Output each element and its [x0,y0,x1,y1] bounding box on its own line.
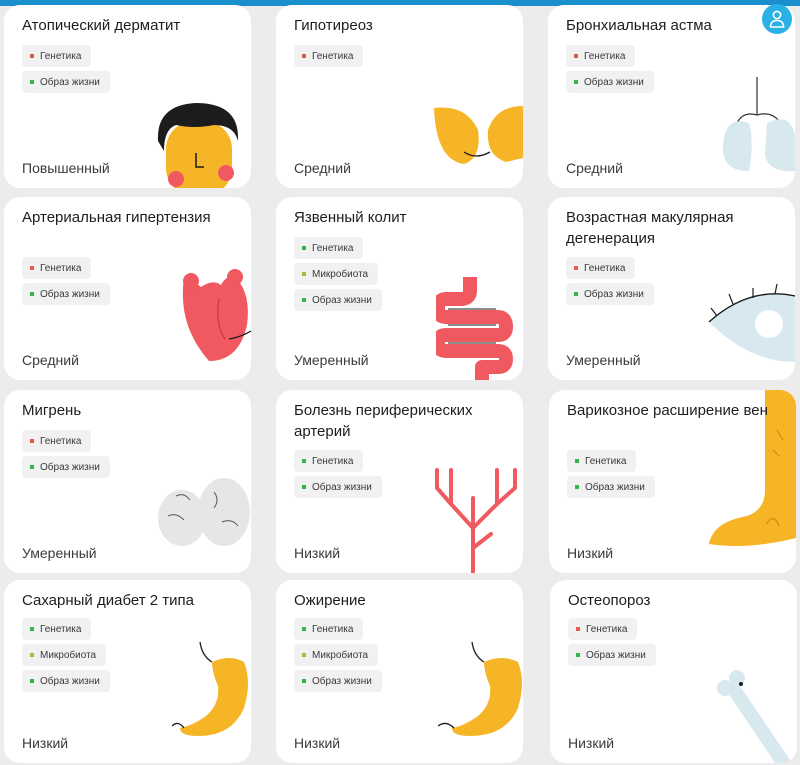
stomach-icon [438,642,522,736]
arteries-icon [435,468,517,573]
user-icon [769,10,785,28]
card-title: Язвенный колит [294,209,407,226]
card-title: Сахарный диабет 2 типа [22,592,194,609]
risk-level: Низкий [568,735,615,751]
tag-genetics: Генетика [568,618,638,640]
risk-level: Низкий [294,735,341,751]
tag-lifestyle: Образ жизни [22,670,110,692]
tag-lifestyle: Образ жизни [566,71,654,93]
intestine-icon [436,277,513,380]
disease-card-osteoporosis[interactable]: Остеопороз Генетика Образ жизни Низкий [550,580,797,763]
tag-genetics: Генетика [566,257,636,279]
tag-lifestyle: Образ жизни [566,283,654,305]
disease-card-peripheral-artery[interactable]: Болезнь периферических артерий Генетика … [276,390,523,573]
card-title: Атопический дерматит [22,17,181,34]
tag-lifestyle: Образ жизни [567,476,655,498]
card-title: Болезнь периферических артерий [294,402,473,440]
disease-card-macular-degeneration[interactable]: Возрастная макулярная дегенерация Генети… [548,197,795,380]
risk-level: Повышенный [22,160,110,176]
heart-icon [182,269,251,361]
tag-genetics: Генетика [22,430,92,452]
risk-level: Низкий [567,545,614,561]
tag-lifestyle: Образ жизни [294,476,382,498]
disease-card-hypertension[interactable]: Артериальная гипертензия Генетика Образ … [4,197,251,380]
brain-icon [158,478,250,546]
tag-genetics: Генетика [294,618,364,640]
disease-card-asthma[interactable]: Бронхиальная астма Генетика Образ жизни … [548,5,795,188]
card-title: Варикозное расширение вен [567,402,768,419]
tag-genetics: Генетика [22,618,92,640]
tag-genetics: Генетика [22,45,92,67]
risk-level: Умеренный [294,352,369,368]
disease-card-migraine[interactable]: Мигрень Генетика Образ жизни Умеренный [4,390,251,573]
disease-card-obesity[interactable]: Ожирение Генетика Микробиота Образ жизни… [276,580,523,763]
risk-level: Средний [294,160,351,176]
card-title: Бронхиальная астма [566,17,712,34]
bone-icon [717,670,792,763]
risk-level: Низкий [22,735,69,751]
card-title: Остеопороз [568,592,651,609]
risk-level: Умеренный [22,545,97,561]
card-title: Гипотиреоз [294,17,373,34]
card-title: Артериальная гипертензия [22,209,211,226]
tag-lifestyle: Образ жизни [294,670,382,692]
tag-genetics: Генетика [22,257,92,279]
disease-card-diabetes-type-2[interactable]: Сахарный диабет 2 типа Генетика Микробио… [4,580,251,763]
tag-microbiota: Микробиота [22,644,107,666]
eye-icon [708,283,795,362]
disease-card-atopic-dermatitis[interactable]: Атопический дерматит Генетика Образ жизн… [4,5,251,188]
tag-lifestyle: Образ жизни [22,456,110,478]
tag-lifestyle: Образ жизни [22,71,110,93]
tag-lifestyle: Образ жизни [568,644,656,666]
disease-card-hypothyroidism[interactable]: Гипотиреоз Генетика Средний [276,5,523,188]
card-title: Возрастная макулярная дегенерация [566,209,734,247]
tag-genetics: Генетика [294,450,364,472]
tag-genetics: Генетика [566,45,636,67]
disease-card-ulcerative-colitis[interactable]: Язвенный колит Генетика Микробиота Образ… [276,197,523,380]
risk-level: Средний [566,160,623,176]
card-title: Мигрень [22,402,82,419]
risk-level: Умеренный [566,352,641,368]
tag-genetics: Генетика [294,45,364,67]
tag-microbiota: Микробиота [294,644,379,666]
tag-microbiota: Микробиота [294,263,379,285]
tag-genetics: Генетика [567,450,637,472]
card-title: Ожирение [294,592,366,609]
risk-level: Низкий [294,545,341,561]
lungs-icon [722,77,795,172]
tag-lifestyle: Образ жизни [22,283,110,305]
thyroid-icon [434,106,523,164]
stomach-icon [172,642,248,736]
tag-genetics: Генетика [294,237,364,259]
tag-lifestyle: Образ жизни [294,289,382,311]
face-icon [157,103,239,188]
risk-level: Средний [22,352,79,368]
user-avatar-button[interactable] [762,4,792,34]
disease-card-varicose-veins[interactable]: Варикозное расширение вен Генетика Образ… [549,390,796,573]
